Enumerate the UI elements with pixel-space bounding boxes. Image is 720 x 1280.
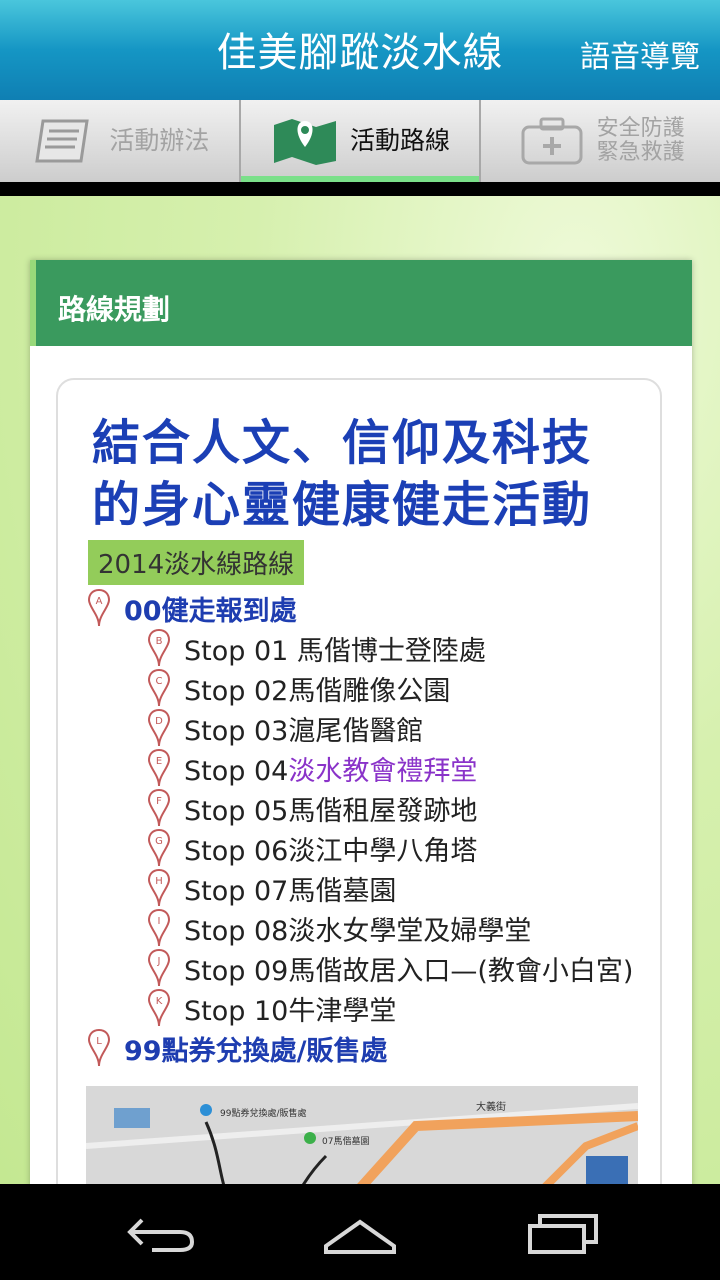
stop-item: F Stop 05馬偕租屋發跡地	[148, 788, 477, 828]
map-marker-icon: J	[148, 949, 170, 987]
headline-line-1: 結合人文、信仰及科技	[92, 415, 593, 471]
stop-label: Stop 03滬尾偕醫館	[184, 715, 424, 747]
stop-label: Stop 02馬偕雕像公園	[184, 675, 451, 707]
divider	[0, 182, 720, 196]
tab-activity-route[interactable]: 活動路線	[240, 100, 482, 182]
map-marker-icon: I	[148, 909, 170, 947]
svg-text:G: G	[155, 836, 163, 847]
map-marker-icon: H	[148, 869, 170, 907]
route-year-badge: 2014淡水線路線	[88, 540, 305, 585]
stop-label: Stop 08淡水女學堂及婦學堂	[184, 915, 532, 947]
stop-label: Stop 09馬偕故居入口—(教會小白宮)	[184, 955, 634, 987]
map-marker-icon: G	[148, 829, 170, 867]
svg-text:H: H	[155, 876, 163, 887]
svg-text:A: A	[96, 596, 103, 607]
stop-item: D Stop 03滬尾偕醫館	[148, 708, 423, 748]
back-icon[interactable]	[122, 1206, 202, 1258]
tab-label: 活動辦法	[109, 126, 210, 156]
map-marker-icon: B	[148, 629, 170, 667]
stop-item: B Stop 01 馬偕博士登陸處	[148, 628, 486, 668]
start-label: 00健走報到處	[124, 595, 297, 627]
stop-label: Stop 06淡江中學八角塔	[184, 835, 478, 867]
system-nav-bar	[0, 1184, 720, 1280]
stop-item: I Stop 08淡水女學堂及婦學堂	[148, 908, 531, 948]
recents-icon[interactable]	[524, 1206, 604, 1258]
stop-item: C Stop 02馬偕雕像公園	[148, 668, 450, 708]
stop-label: Stop 05馬偕租屋發跡地	[184, 795, 478, 827]
route-image[interactable]: 結合人文、信仰及科技 的身心靈健康健走活動 2014淡水線路線 A 00健走報到…	[56, 378, 662, 1184]
route-headline: 結合人文、信仰及科技 的身心靈健康健走活動	[92, 412, 592, 536]
home-icon[interactable]	[320, 1206, 400, 1258]
map-pin-icon	[274, 119, 336, 165]
card-title: 路線規劃	[30, 260, 692, 346]
map-marker-icon: A	[88, 589, 110, 627]
svg-text:L: L	[96, 1036, 102, 1047]
map-marker-icon: F	[148, 789, 170, 827]
voice-guide-button[interactable]: 語音導覽	[580, 32, 700, 76]
stop-item: H Stop 07馬偕墓園	[148, 868, 396, 908]
map-marker-icon: K	[148, 989, 170, 1027]
stop-label: Stop 07馬偕墓園	[184, 875, 397, 907]
map-marker-icon: D	[148, 709, 170, 747]
route-map: 99點券兌換處/販售處 07馬偕墓園 大義街	[86, 1086, 638, 1184]
tab-activity-rules[interactable]: 活動辦法	[0, 100, 241, 182]
stop-item: E Stop 04淡水教會禮拜堂	[148, 748, 477, 788]
stop-label: Stop 01 馬偕博士登陸處	[184, 635, 486, 667]
map-marker-icon: L	[88, 1029, 110, 1067]
svg-text:K: K	[156, 996, 163, 1007]
svg-text:大義街: 大義街	[476, 1100, 506, 1113]
svg-text:J: J	[157, 956, 161, 967]
tab-label: 活動路線	[350, 126, 451, 156]
document-icon	[35, 119, 90, 163]
svg-text:99點券兌換處/販售處: 99點券兌換處/販售處	[220, 1107, 307, 1119]
app-header: 佳美腳蹤淡水線 語音導覽	[0, 0, 720, 100]
headline-line-2: 的身心靈健康健走活動	[92, 477, 593, 533]
map-marker-icon: C	[148, 669, 170, 707]
tab-bar: 活動辦法 活動路線 安全防護 緊急救護	[0, 100, 720, 182]
svg-text:D: D	[155, 716, 163, 727]
svg-text:I: I	[158, 916, 161, 927]
stop-item: K Stop 10牛津學堂	[148, 988, 396, 1028]
route-card: 路線規劃 結合人文、信仰及科技 的身心靈健康健走活動 2014淡水線路線 A 0…	[30, 260, 692, 1184]
stop-label: Stop 10牛津學堂	[184, 995, 397, 1027]
stop-item: G Stop 06淡江中學八角塔	[148, 828, 477, 868]
svg-text:07馬偕墓園: 07馬偕墓園	[322, 1135, 369, 1147]
svg-text:B: B	[156, 636, 163, 647]
end-label: 99點券兌換處/販售處	[124, 1035, 388, 1067]
tab-label-group: 安全防護 緊急救護	[596, 115, 685, 165]
map-marker-icon: E	[148, 749, 170, 787]
start-point: A 00健走報到處	[88, 588, 297, 628]
stop-item: J Stop 09馬偕故居入口—(教會小白宮)	[148, 948, 633, 988]
tab-safety-emergency[interactable]: 安全防護 緊急救護	[481, 100, 720, 182]
svg-text:C: C	[156, 676, 163, 687]
svg-text:E: E	[156, 756, 162, 767]
svg-text:F: F	[156, 796, 162, 807]
content-area[interactable]: 路線規劃 結合人文、信仰及科技 的身心靈健康健走活動 2014淡水線路線 A 0…	[0, 196, 720, 1184]
first-aid-kit-icon	[521, 117, 583, 165]
end-point: L 99點券兌換處/販售處	[88, 1028, 387, 1068]
stop-label: Stop 04淡水教會禮拜堂	[184, 755, 478, 787]
tab-label-line1: 安全防護	[596, 115, 685, 141]
tab-label-line2: 緊急救護	[596, 140, 685, 165]
